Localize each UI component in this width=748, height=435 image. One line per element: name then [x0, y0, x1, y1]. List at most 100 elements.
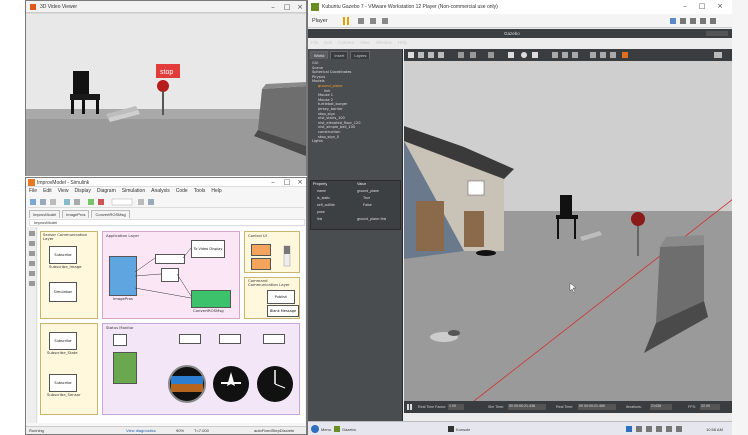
- simulink-close-icon[interactable]: ×: [293, 178, 307, 187]
- subscribe-sensor-block[interactable]: Subscribe: [49, 374, 77, 392]
- display-block-2[interactable]: [219, 334, 241, 344]
- gazebo-pause-icon[interactable]: [407, 404, 413, 410]
- guest-taskbar: Menu Gazebo Konsole 10:58 AM: [308, 421, 733, 435]
- mux-block-1[interactable]: [113, 334, 127, 346]
- sim-time-label: Sim Time:: [488, 405, 504, 409]
- minimize-icon[interactable]: –: [266, 1, 280, 13]
- viewer-scene: stop: [26, 14, 306, 176]
- vmware-titlebar[interactable]: Kubuntu Gazebo 7 - VMware Workstation 12…: [308, 0, 733, 14]
- simulink-icon: [28, 179, 35, 186]
- palette-icons[interactable]: [27, 227, 37, 417]
- vmware-icon: [311, 3, 319, 11]
- toolbar-icons[interactable]: [28, 196, 228, 208]
- gazebo-titlebar[interactable]: Gazebo: [308, 29, 733, 38]
- breadcrumb[interactable]: ImprovModel: [29, 219, 305, 226]
- prop-collide-value[interactable]: False: [363, 203, 372, 207]
- gazebo-menu-help[interactable]: Help: [398, 40, 407, 45]
- prop-static-label: is_static: [317, 196, 330, 200]
- tab-insert[interactable]: Insert: [330, 51, 349, 59]
- simulink-menu-view[interactable]: View: [58, 188, 69, 194]
- simulink-menu-display[interactable]: Display: [74, 188, 90, 194]
- prop-pose-label[interactable]: pose: [317, 210, 325, 214]
- vmware-minimize-icon[interactable]: –: [678, 0, 692, 12]
- display-block-1[interactable]: [179, 334, 201, 344]
- scene-toolbar: [404, 49, 733, 61]
- tab-world[interactable]: World: [310, 51, 329, 59]
- tab-imagepros[interactable]: ImagePros: [62, 210, 90, 218]
- maximize-icon[interactable]: □: [280, 1, 294, 13]
- scene-tool-icons[interactable]: [404, 49, 733, 61]
- sim-time-status: T=7.000: [194, 428, 209, 433]
- tab-improvmodel[interactable]: ImprovModel: [29, 210, 61, 218]
- simulink-minimize-icon[interactable]: –: [266, 178, 280, 187]
- taskbar-menu[interactable]: Menu: [321, 427, 331, 432]
- simulink-menubar: File Edit View Display Diagram Simulation Anal…: [29, 188, 305, 195]
- simulink-menu-help[interactable]: Help: [211, 188, 221, 194]
- app-signal-lines: [134, 247, 192, 299]
- prop-static-value[interactable]: True: [363, 196, 370, 200]
- vmware-close-icon[interactable]: ×: [713, 0, 727, 12]
- value-header: Value: [357, 182, 367, 186]
- vm-action-icons[interactable]: [358, 17, 398, 25]
- gazebo-3d-scene[interactable]: [404, 61, 733, 401]
- player-menu-button[interactable]: Player: [312, 18, 328, 24]
- status-running: Running: [29, 428, 44, 433]
- publish-block[interactable]: Publish: [267, 290, 295, 304]
- simulink-menu-code[interactable]: Code: [176, 188, 188, 194]
- monitor-block[interactable]: [113, 352, 137, 384]
- viewer-titlebar[interactable]: 3D Video Viewer – □ ×: [26, 1, 306, 13]
- vmware-title: Kubuntu Gazebo 7 - VMware Workstation 12…: [322, 4, 498, 10]
- gazebo-menu-camera[interactable]: Camera: [338, 40, 354, 45]
- gazebo-menu-edit[interactable]: Edit: [324, 40, 332, 45]
- gazebo-bottom-bar: Real Time Factor: 1.00 Sim Time: 00 00:0…: [404, 401, 733, 413]
- control-button-2[interactable]: [251, 258, 271, 270]
- prop-link-value[interactable]: ground_plane::link: [357, 217, 386, 221]
- simulink-menu-edit[interactable]: Edit: [43, 188, 52, 194]
- control-button-1[interactable]: [251, 244, 271, 256]
- toggle-switch-icon[interactable]: [279, 244, 295, 270]
- tray-icons[interactable]: [626, 425, 706, 433]
- simulink-menu-analysis[interactable]: Analysis: [151, 188, 170, 194]
- simulink-palette: [27, 227, 37, 423]
- simulink-titlebar[interactable]: ImprovModel - Simulink – □ ×: [26, 178, 306, 187]
- sim-time-value: 00 00:00:21.438: [508, 404, 546, 410]
- device-icons[interactable]: [670, 17, 730, 25]
- simulink-menu-tools[interactable]: Tools: [194, 188, 206, 194]
- tab-layers[interactable]: Layers: [350, 51, 371, 59]
- display-block-3[interactable]: [263, 334, 285, 344]
- control-ui-title: Control UI: [248, 233, 267, 238]
- simulink-canvas[interactable]: Sensor Communication Layer Subscribe Sub…: [38, 227, 305, 423]
- fps-label: FPS:: [688, 405, 696, 409]
- view-diagnostics-link[interactable]: View diagnostics: [126, 428, 156, 433]
- simulink-menu-diagram[interactable]: Diagram: [97, 188, 116, 194]
- tab-convertrosmsg[interactable]: ConvertROSMsg: [91, 210, 130, 218]
- tree-lights[interactable]: Lights: [312, 139, 400, 144]
- kde-menu-icon[interactable]: [311, 425, 319, 433]
- gazebo-menu-view[interactable]: View: [360, 40, 370, 45]
- gazebo-window-controls[interactable]: [706, 31, 728, 36]
- subscribe-sensor-label: Subscribe_Sensor: [47, 392, 81, 397]
- prop-link-label[interactable]: link: [317, 217, 322, 221]
- simulink-menu-file[interactable]: File: [29, 188, 37, 194]
- property-header: Property: [313, 182, 328, 186]
- simulink-toolbar: [28, 196, 304, 208]
- taskbar-app-gazebo[interactable]: Gazebo: [342, 427, 356, 432]
- vmware-maximize-icon[interactable]: □: [695, 0, 709, 12]
- flight-gauges: [168, 365, 293, 403]
- simulink-statusbar: Running View diagnostics 90% T=7.000 aut…: [26, 426, 306, 434]
- simulink-window: ImprovModel - Simulink – □ × File Edit Vie…: [25, 177, 307, 435]
- close-icon[interactable]: ×: [293, 1, 307, 13]
- real-time-label: Real Time:: [556, 405, 574, 409]
- gazebo-menu-file[interactable]: File: [311, 40, 318, 45]
- simulation-pace-block[interactable]: Simulation Pace: [49, 282, 77, 302]
- simulink-maximize-icon[interactable]: □: [280, 178, 294, 187]
- prop-name-value[interactable]: ground_plane: [357, 189, 379, 193]
- taskbar-app-konsole[interactable]: Konsole: [456, 427, 470, 432]
- subscribe-block[interactable]: Subscribe: [49, 246, 77, 264]
- blank-message-block[interactable]: Blank Message: [267, 305, 299, 317]
- gazebo-menu-window[interactable]: Window: [376, 40, 392, 45]
- pause-icon[interactable]: [342, 17, 352, 25]
- world-tree[interactable]: GUI Scene Spherical Coordinates Physics …: [312, 61, 400, 144]
- subscribe-state-block[interactable]: Subscribe: [49, 332, 77, 350]
- simulink-menu-simulation[interactable]: Simulation: [122, 188, 145, 194]
